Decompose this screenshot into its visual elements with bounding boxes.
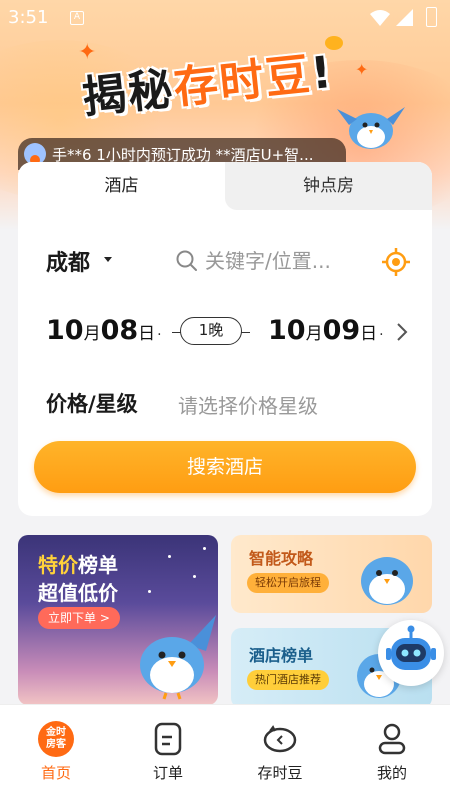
nights-badge: 1晚 <box>180 317 242 345</box>
checkin-day-unit: 日 <box>138 324 156 344</box>
promo-left-subtitle: 超值低价 <box>38 581 118 605</box>
search-hotel-button[interactable]: 搜索酒店 <box>34 441 416 493</box>
price-star-label: 价格/星级 <box>46 392 138 416</box>
checkout-date[interactable]: 10月09日 · <box>268 315 384 346</box>
banner-title-exclaim: ! <box>308 46 336 100</box>
promo-left-title: 特价榜单 <box>38 549 118 578</box>
caret-down-icon[interactable] <box>104 257 112 262</box>
checkout-day: 09 <box>322 315 361 346</box>
promo-hotel-ranking-title: 酒店榜单 <box>249 646 314 665</box>
sparkle-icon: ✦ <box>355 60 369 79</box>
promo-hotel-ranking-tag: 热门酒店推荐 <box>247 670 329 690</box>
keyword-search-input[interactable]: 关键字/位置... <box>205 245 355 274</box>
promo-smart-guide-tag: 轻松开启旅程 <box>247 573 329 593</box>
star-decoration <box>193 575 196 578</box>
promo-special-price[interactable]: 特价榜单 超值低价 立即下单 > <box>18 535 218 705</box>
home-logo-icon: 金时 房客 <box>38 721 74 757</box>
nav-time-beans-label: 存时豆 <box>257 764 303 782</box>
star-decoration <box>168 555 171 558</box>
nav-orders[interactable]: 订单 <box>112 705 224 800</box>
checkin-date[interactable]: 10月08日 · <box>46 315 162 346</box>
booking-card: 酒店 钟点房 成都 关键字/位置... 10月08日 · 1晚 10月09日 · 价… <box>18 162 432 516</box>
order-icon <box>154 722 182 756</box>
locate-icon[interactable] <box>382 248 410 276</box>
checkout-dot: · <box>379 327 384 343</box>
bird-mascot-icon <box>337 107 405 149</box>
promo-smart-guide[interactable]: 智能攻略 轻松开启旅程 <box>231 535 432 613</box>
promo-smart-guide-title: 智能攻略 <box>249 549 314 568</box>
sim-icon: A <box>70 11 84 25</box>
booking-tabs: 酒店 钟点房 <box>18 162 432 210</box>
star-decoration <box>203 547 206 550</box>
banner-title-part1: 揭秘 <box>79 63 177 124</box>
promo-left-title-accent: 特价 <box>38 553 78 577</box>
status-bar: 3:51 A <box>0 0 450 36</box>
search-icon <box>176 250 197 271</box>
checkin-day: 08 <box>100 315 139 346</box>
bottom-nav: 金时 房客 首页 订单 存时豆 我的 <box>0 704 450 800</box>
checkin-dot: · <box>157 327 162 343</box>
nav-time-beans[interactable]: 存时豆 <box>224 705 336 800</box>
profile-icon <box>378 723 406 755</box>
assistant-robot-button[interactable] <box>378 620 444 686</box>
status-time: 3:51 <box>8 7 49 28</box>
checkin-month-unit: 月 <box>83 324 101 344</box>
wifi-icon <box>370 10 390 26</box>
nav-home-label: 首页 <box>40 764 71 782</box>
city-selector[interactable]: 成都 <box>46 245 90 277</box>
checkout-day-unit: 日 <box>360 324 378 344</box>
chevron-right-icon[interactable] <box>396 322 408 342</box>
nav-profile-label: 我的 <box>376 764 407 782</box>
robot-icon <box>386 625 436 670</box>
checkin-month: 10 <box>46 315 84 346</box>
promo-left-title-rest: 榜单 <box>78 553 118 577</box>
nav-home[interactable]: 金时 房客 首页 <box>0 705 112 800</box>
bird-mascot-icon <box>361 557 413 605</box>
star-decoration <box>148 590 151 593</box>
tab-hourly-room[interactable]: 钟点房 <box>225 162 432 210</box>
tab-hotel[interactable]: 酒店 <box>18 162 239 210</box>
checkout-month: 10 <box>268 315 306 346</box>
bird-mascot-icon <box>140 615 216 700</box>
checkout-month-unit: 月 <box>305 324 323 344</box>
battery-icon <box>426 7 437 27</box>
nav-profile[interactable]: 我的 <box>336 705 448 800</box>
signal-icon <box>396 9 413 26</box>
nav-orders-label: 订单 <box>152 764 183 782</box>
piggy-bank-icon <box>263 725 297 753</box>
price-star-selector[interactable]: 请选择价格星级 <box>178 390 318 419</box>
order-now-button[interactable]: 立即下单 > <box>38 607 120 629</box>
